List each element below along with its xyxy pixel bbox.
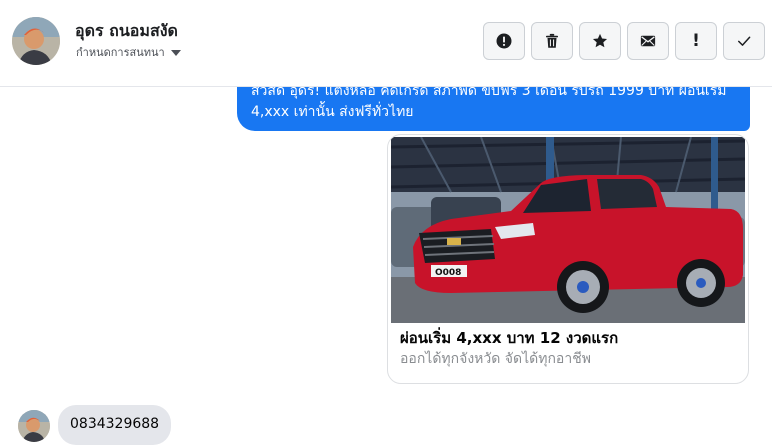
conversation-header: อุดร ถนอมสงัด กำหนดการสนทนา ! (0, 0, 772, 87)
exclamation-icon: ! (692, 30, 700, 51)
star-button[interactable] (579, 22, 621, 60)
alert-circle-icon (496, 33, 512, 49)
contact-name[interactable]: อุดร ถนอมสงัด (75, 19, 178, 44)
mark-spam-button[interactable]: ! (675, 22, 717, 60)
card-subtitle: ออกได้ทุกจังหวัด จัดได้ทุกอาชีพ (400, 351, 591, 367)
link-preview-card[interactable]: O008 ผ่อนเริ่ม 4,xxx บาท 12 งวดแรก ออกได… (387, 134, 749, 384)
sender-avatar[interactable] (18, 410, 50, 442)
star-icon (592, 33, 608, 48)
caret-down-icon (170, 49, 181, 56)
card-title[interactable]: ผ่อนเริ่ม 4,xxx บาท 12 งวดแรก (400, 326, 618, 350)
trash-icon (546, 33, 558, 48)
mark-done-button[interactable] (723, 22, 765, 60)
outgoing-message-bubble: สวัสดี อุดร! แต่งหล่อ คัดเกรด สภาพดี ขับ… (237, 87, 750, 131)
mark-unread-button[interactable] (627, 22, 669, 60)
report-button[interactable] (483, 22, 525, 60)
schedule-label: กำหนดการสนทนา (76, 46, 165, 59)
contact-avatar[interactable] (12, 17, 60, 65)
red-pickup-truck-photo: O008 (391, 137, 745, 323)
checkmark-icon (738, 36, 751, 46)
incoming-message-bubble: 0834329688 (58, 405, 172, 445)
conversation-schedule-dropdown[interactable]: กำหนดการสนทนา (76, 43, 181, 61)
delete-button[interactable] (531, 22, 573, 60)
header-actions: ! (483, 22, 765, 60)
message-thread[interactable]: สวัสดี อุดร! แต่งหล่อ คัดเกรด สภาพดี ขับ… (0, 87, 772, 445)
envelope-icon (640, 35, 656, 47)
license-plate: O008 (435, 268, 461, 278)
